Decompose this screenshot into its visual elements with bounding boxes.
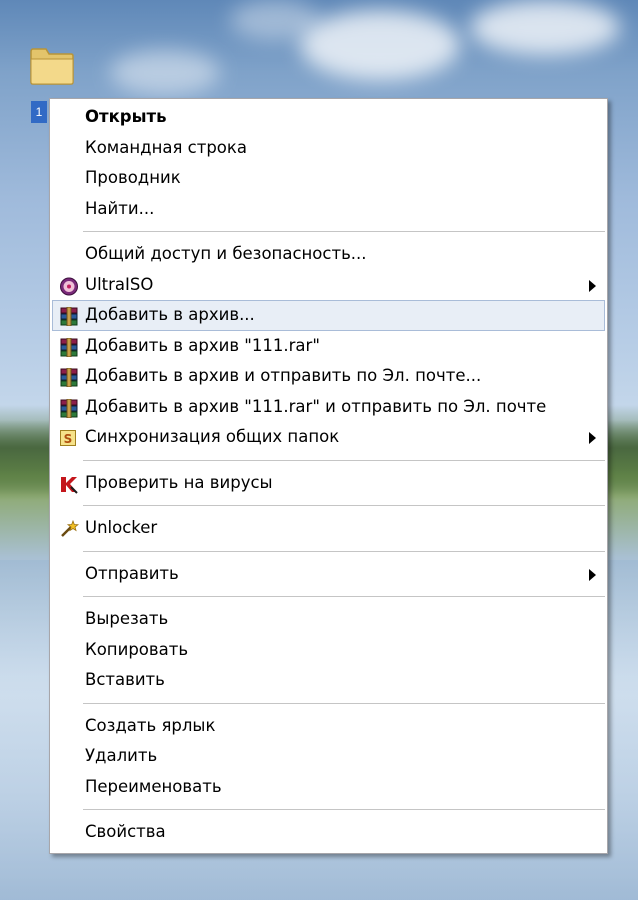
- folder-icon[interactable]: [29, 44, 75, 86]
- menu-item-label: Проводник: [85, 168, 181, 187]
- menu-item-label: Отправить: [85, 563, 179, 583]
- menu-item-label: Вырезать: [85, 609, 169, 628]
- menu-item[interactable]: Проводник: [52, 163, 605, 194]
- menu-item[interactable]: Вырезать: [52, 604, 605, 635]
- menu-item[interactable]: Отправить: [52, 559, 605, 590]
- menu-item-label: Добавить в архив и отправить по Эл. почт…: [85, 366, 482, 385]
- kaspersky-icon: [59, 474, 79, 494]
- menu-item[interactable]: Проверить на вирусы: [52, 468, 605, 499]
- menu-item-label: UltraISO: [85, 274, 154, 294]
- menu-item-label: Удалить: [85, 746, 158, 765]
- menu-item[interactable]: Общий доступ и безопасность...: [52, 239, 605, 270]
- submenu-arrow-icon: [589, 432, 596, 444]
- menu-item-label: Unlocker: [85, 518, 158, 537]
- ultraiso-icon: [59, 276, 79, 295]
- svg-text:S: S: [64, 432, 73, 446]
- menu-item-label: Создать ярлык: [85, 715, 216, 735]
- folder-label[interactable]: 1: [31, 101, 47, 123]
- menu-item-label: Общий доступ и безопасность...: [85, 244, 367, 263]
- menu-item[interactable]: Добавить в архив...: [52, 300, 605, 331]
- winrar-icon: [59, 398, 79, 418]
- menu-item-label: Добавить в архив...: [85, 305, 255, 324]
- winrar-icon: [59, 337, 79, 357]
- menu-item-label: Синхронизация общих папок: [85, 427, 340, 446]
- menu-item[interactable]: S Синхронизация общих папок: [52, 422, 605, 453]
- menu-item[interactable]: Свойства: [52, 817, 605, 848]
- menu-item-label: Проверить на вирусы: [85, 472, 273, 492]
- menu-item-label: Командная строка: [85, 137, 247, 157]
- menu-item-label: Открыть: [85, 107, 167, 126]
- context-menu: Открыть Командная строка Проводник Найти...…: [49, 98, 608, 854]
- menu-item[interactable]: Добавить в архив и отправить по Эл. почт…: [52, 361, 605, 392]
- cloud: [470, 0, 620, 55]
- menu-item[interactable]: Unlocker: [52, 513, 605, 544]
- menu-item-label: Найти...: [85, 198, 155, 218]
- menu-separator: [83, 596, 605, 597]
- winrar-icon: [59, 367, 79, 388]
- menu-item[interactable]: UltraISO: [52, 270, 605, 301]
- winrar-icon: [59, 306, 79, 327]
- menu-item[interactable]: Удалить: [52, 741, 605, 772]
- unlocker-wand-icon: [59, 519, 80, 538]
- submenu-arrow-icon: [589, 568, 596, 581]
- menu-item-label: Копировать: [85, 639, 189, 659]
- cloud: [300, 10, 460, 80]
- sync-icon: S: [59, 428, 79, 447]
- menu-item[interactable]: Вставить: [52, 665, 605, 696]
- menu-item[interactable]: Создать ярлык: [52, 711, 605, 742]
- menu-item[interactable]: Добавить в архив "111.rar": [52, 331, 605, 362]
- menu-separator: [83, 809, 605, 810]
- menu-item[interactable]: Копировать: [52, 635, 605, 666]
- cloud: [110, 50, 220, 95]
- cloud: [230, 0, 320, 40]
- menu-separator: [83, 505, 605, 506]
- menu-item-label: Свойства: [85, 822, 166, 841]
- menu-item-label: Добавить в архив "111.rar": [85, 335, 320, 355]
- submenu-arrow-icon: [589, 279, 596, 292]
- menu-item-label: Добавить в архив "111.rar" и отправить п…: [85, 396, 547, 416]
- menu-separator: [83, 459, 605, 461]
- menu-separator: [83, 702, 605, 704]
- menu-item[interactable]: Командная строка: [52, 133, 605, 164]
- menu-item[interactable]: Добавить в архив "111.rar" и отправить п…: [52, 392, 605, 423]
- desktop-background: 1 Открыть Командная строка Проводник Найти.…: [0, 0, 638, 900]
- menu-item[interactable]: Открыть: [52, 102, 605, 133]
- menu-item-label: Вставить: [85, 670, 165, 689]
- menu-separator: [83, 550, 605, 552]
- menu-item[interactable]: Найти...: [52, 194, 605, 225]
- menu-item-label: Переименовать: [85, 776, 222, 796]
- menu-item[interactable]: Переименовать: [52, 772, 605, 803]
- menu-separator: [83, 231, 605, 232]
